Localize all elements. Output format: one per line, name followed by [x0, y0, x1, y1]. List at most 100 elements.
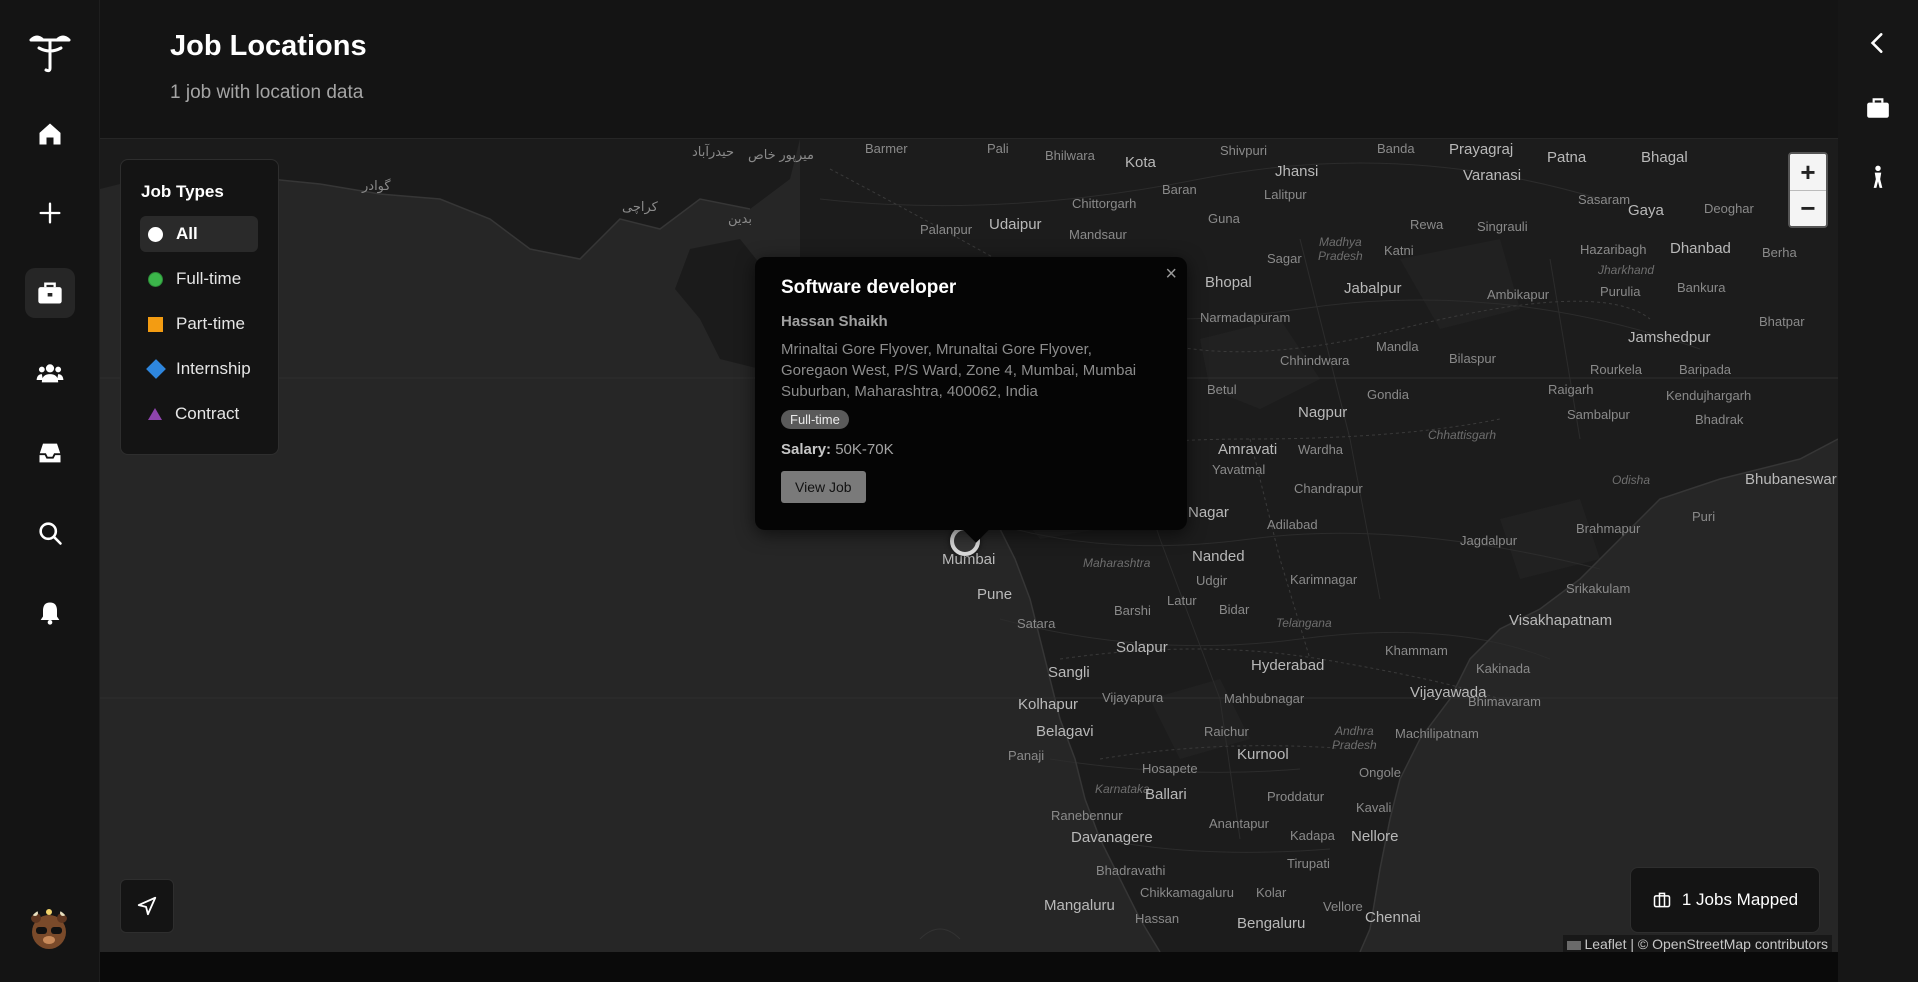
salary-value: 50K-70K — [835, 441, 894, 458]
square-icon — [148, 316, 163, 332]
page-header: Job Locations 1 job with location data — [100, 0, 1838, 139]
sidebar-item-inbox[interactable] — [25, 428, 75, 478]
map-label: کراچی — [622, 199, 658, 214]
map-label: Rourkela — [1590, 362, 1643, 377]
map-label: Karnataka — [1095, 782, 1150, 796]
zoom-in-button[interactable]: + — [1790, 154, 1826, 190]
map-label: حیدرآباد — [692, 144, 735, 159]
legend-item-label: Contract — [175, 404, 240, 423]
map-label: Mandla — [1376, 339, 1419, 354]
briefcase-icon — [38, 282, 62, 304]
user-avatar[interactable] — [27, 908, 71, 952]
map-label: Varanasi — [1463, 167, 1522, 184]
locate-button[interactable] — [120, 879, 174, 933]
map-label: Betul — [1207, 382, 1237, 397]
map-label: Pali — [987, 141, 1009, 156]
view-job-button[interactable]: View Job — [781, 471, 866, 503]
jobs-mapped-label: 1 Jobs Mapped — [1681, 890, 1799, 909]
map-label: Kakinada — [1476, 661, 1531, 676]
map-label: Rewa — [1410, 217, 1444, 232]
sidebar-item-jobs[interactable] — [25, 268, 75, 318]
map-label: Jagdalpur — [1460, 533, 1518, 548]
legend-title: Job Types — [141, 182, 224, 201]
plus-icon — [39, 202, 61, 224]
navigation-arrow-icon — [137, 896, 157, 916]
app-logo[interactable] — [27, 30, 73, 74]
map-label: Berha — [1762, 245, 1797, 260]
map-label: Gaya — [1628, 202, 1664, 219]
map-label: Adilabad — [1267, 517, 1318, 532]
map-label: Yavatmal — [1212, 462, 1266, 477]
legend-item-internship[interactable]: Internship — [140, 351, 258, 387]
legend-item-label: Internship — [176, 359, 251, 378]
map-label: Baran — [1162, 182, 1197, 197]
map-label: Puri — [1692, 509, 1716, 524]
sidebar-item-home[interactable] — [25, 109, 75, 159]
accessibility-button[interactable] — [1858, 157, 1898, 197]
map-label: Jabalpur — [1344, 280, 1402, 297]
map-label: Kurnool — [1237, 746, 1289, 763]
legend-item-contract[interactable]: Contract — [140, 396, 258, 432]
map-label: Vijayapura — [1102, 690, 1164, 705]
home-icon — [39, 123, 61, 145]
popup-salary: Salary: 50K-70K — [781, 441, 1161, 458]
circle-icon — [148, 271, 163, 287]
map-label: Bhilwara — [1045, 148, 1095, 163]
rail-jobs-button[interactable] — [1858, 88, 1898, 128]
map-canvas[interactable]: Barmer Pali Bhilwara Kota Shivpuri Jhans… — [100, 139, 1838, 952]
map-label: Bengaluru — [1237, 915, 1306, 932]
map-label: Prayagraj — [1449, 141, 1514, 158]
leaflet-link[interactable]: Leaflet — [1584, 936, 1626, 952]
map-label: Mangaluru — [1044, 897, 1115, 914]
map-label: Ranebennur — [1051, 808, 1123, 823]
map-label: Wardha — [1298, 442, 1344, 457]
zoom-control: + − — [1788, 152, 1828, 228]
map-label: Raigarh — [1548, 382, 1594, 397]
chevron-left-icon — [1870, 33, 1883, 53]
map-label: Maharashtra — [1083, 556, 1151, 570]
map-label: Guna — [1208, 211, 1240, 226]
sidebar-item-notifications[interactable] — [25, 588, 75, 638]
map-label: Ongole — [1359, 765, 1401, 780]
map-label: Gondia — [1367, 387, 1409, 402]
map-label: Shivpuri — [1220, 143, 1267, 158]
map-label: Bankura — [1677, 280, 1726, 295]
osm-attribution[interactable]: | © OpenStreetMap contributors — [1630, 936, 1828, 952]
job-popup: × Software developer Hassan Shaikh Mrina… — [755, 257, 1187, 543]
map-label: Bilaspur — [1449, 351, 1496, 366]
jobs-mapped-badge: 1 Jobs Mapped — [1630, 867, 1820, 933]
map-label: Bidar — [1219, 602, 1250, 617]
sidebar-item-search[interactable] — [25, 508, 75, 558]
left-sidebar — [0, 0, 100, 982]
legend-item-label: All — [176, 224, 198, 243]
job-type-legend: Job Types All Full-time Part-time Intern… — [120, 159, 279, 455]
map-label: Srikakulam — [1566, 581, 1631, 596]
legend-item-label: Full-time — [176, 269, 242, 288]
map-label: Telangana — [1276, 616, 1332, 630]
map-label: Solapur — [1116, 639, 1168, 656]
map-label: Nagar — [1188, 504, 1229, 521]
map-label: Purulia — [1600, 284, 1641, 299]
bottom-strip — [100, 952, 1838, 982]
zoom-out-button[interactable]: − — [1790, 190, 1826, 226]
map-label: Kota — [1125, 154, 1156, 171]
legend-item-part-time[interactable]: Part-time — [140, 306, 258, 342]
map-label: Udaipur — [989, 216, 1042, 233]
legend-item-full-time[interactable]: Full-time — [140, 261, 258, 297]
map-label: Kolar — [1256, 885, 1287, 900]
map-label: Madhya Pradesh — [1318, 235, 1363, 263]
accessibility-icon — [1873, 165, 1883, 188]
map-label: میرپور خاص — [748, 147, 814, 162]
map-label: Raichur — [1204, 724, 1249, 739]
sidebar-item-create[interactable] — [25, 188, 75, 238]
collapse-button[interactable] — [1858, 23, 1898, 63]
map-label: Deoghar — [1704, 201, 1754, 216]
sidebar-item-people[interactable] — [25, 348, 75, 398]
inbox-icon — [39, 443, 61, 463]
legend-item-all[interactable]: All — [140, 216, 258, 252]
map-label: Bhagal — [1641, 149, 1688, 166]
map-label: Kadapa — [1290, 828, 1335, 843]
map-label: Ballari — [1145, 786, 1187, 803]
map-label: Panaji — [1008, 748, 1045, 763]
popup-close-button[interactable]: × — [1165, 263, 1177, 286]
